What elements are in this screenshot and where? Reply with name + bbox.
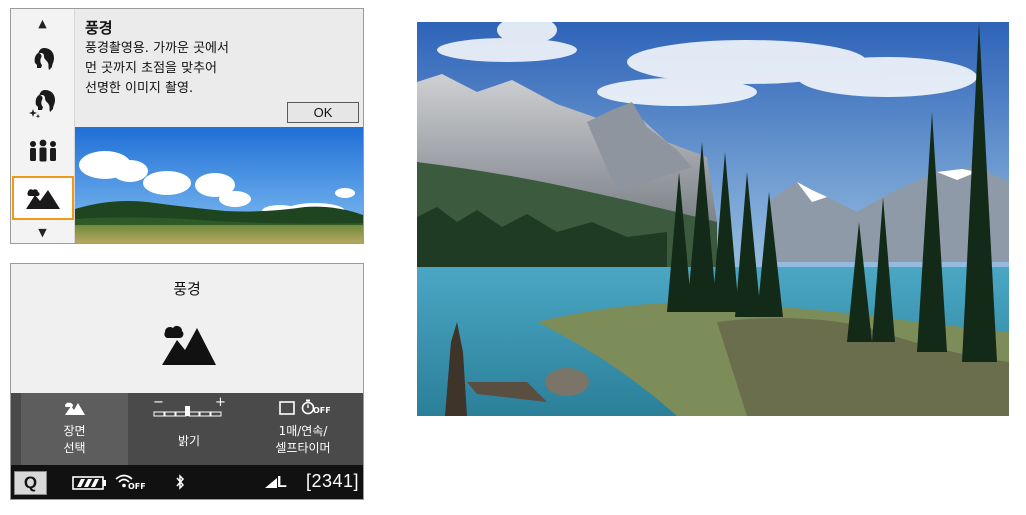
self-timer-off-text: OFF	[313, 406, 331, 415]
landscape-icon	[65, 402, 85, 415]
scene-item-portrait[interactable]	[11, 41, 74, 77]
bluetooth-icon	[176, 474, 185, 490]
scene-item-smooth-skin[interactable]	[11, 83, 74, 123]
landscape-sample-photo	[417, 22, 1009, 416]
landscape-preview-image	[75, 127, 363, 243]
scene-select-setting[interactable]: 장면 선택	[21, 393, 128, 465]
scene-item-landscape[interactable]	[12, 176, 74, 220]
status-bar: Q OFF L [2341]	[11, 465, 363, 499]
camera-lcd-screen: 풍경 장면 선택 − + 밝기 OFF 1매/연속/ 셀프타이머 Q OFF L…	[10, 263, 364, 500]
drive-mode-icon	[279, 401, 295, 415]
quick-control-button[interactable]: Q	[14, 471, 47, 495]
brightness-scale-icon	[153, 406, 222, 417]
down-arrow-icon: ▼	[38, 225, 47, 239]
drive-mode-label-1: 1매/연속/	[278, 424, 328, 438]
brightness-setting[interactable]: − + 밝기	[139, 393, 239, 465]
smooth-skin-icon	[28, 90, 55, 119]
scene-select-label-1: 장면	[63, 424, 86, 438]
ok-button[interactable]: OK	[287, 102, 359, 123]
wifi-off-text: OFF	[128, 482, 146, 491]
description-line-2: 먼 곳까지 초점을 맞추어	[85, 61, 217, 76]
group-photo-icon	[29, 139, 56, 162]
drive-mode-setting[interactable]: OFF 1매/연속/ 셀프타이머	[247, 393, 359, 465]
quick-settings-bar: 장면 선택 − + 밝기 OFF 1매/연속/ 셀프타이머	[11, 393, 363, 465]
image-size-label: L	[277, 474, 287, 491]
scene-description-box: 풍경 풍경촬영용. 가까운 곳에서 먼 곳까지 초점을 맞추어 선명한 이미지 …	[75, 9, 363, 128]
scene-item-group-photo[interactable]	[11, 133, 74, 169]
battery-icon	[72, 476, 106, 490]
scene-icon-list: ▲ ▼	[11, 9, 75, 243]
shooting-mode-title: 풍경	[173, 280, 201, 298]
shots-remaining: [2341]	[305, 471, 359, 491]
landscape-mode-icon	[162, 326, 216, 365]
drive-mode-label-2: 셀프타이머	[275, 441, 331, 455]
description-line-3: 선명한 이미지 촬영.	[85, 81, 194, 96]
scene-selector-panel: ▲ ▼ 풍경 풍경촬영용. 가까운 곳에서 먼 곳까지 초점을 맞추어 선명한 …	[10, 8, 364, 244]
landscape-icon	[26, 189, 60, 209]
scroll-up-button[interactable]: ▲	[11, 13, 74, 33]
image-quality-icon	[265, 478, 277, 488]
description-line-1: 풍경촬영용. 가까운 곳에서	[85, 41, 229, 56]
portrait-icon	[34, 48, 54, 70]
scene-select-label-2: 선택	[63, 441, 86, 455]
up-arrow-icon: ▲	[38, 16, 47, 30]
scroll-down-button[interactable]: ▼	[11, 223, 74, 241]
scene-title: 풍경	[85, 19, 113, 37]
brightness-label: 밝기	[177, 434, 201, 448]
